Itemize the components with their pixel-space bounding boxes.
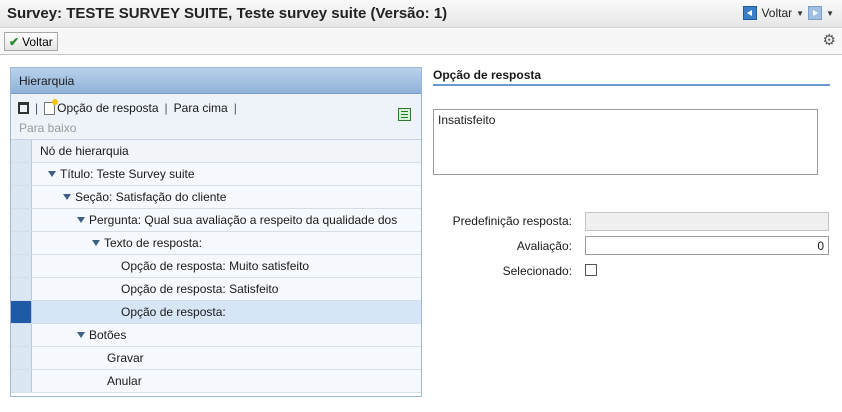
row-selector[interactable]: [11, 324, 32, 346]
expand-triangle-icon[interactable]: [77, 217, 85, 223]
tree-row-label: Botões: [89, 328, 127, 342]
tree-row-question[interactable]: Pergunta: Qual sua avaliação a respeito …: [11, 209, 421, 232]
row-selector[interactable]: [11, 370, 32, 392]
row-selector[interactable]: [11, 301, 32, 323]
row-selector[interactable]: [11, 255, 32, 277]
tree-row-answer-text[interactable]: Texto de resposta:: [11, 232, 421, 255]
tree-row-option-selected[interactable]: Opção de resposta:: [11, 301, 421, 324]
option-text-area[interactable]: Insatisfeito: [433, 109, 818, 175]
row-selector[interactable]: [11, 186, 32, 208]
detail-section-title: Opção de resposta: [433, 68, 542, 82]
voltar-button[interactable]: ✔ Voltar: [4, 32, 58, 51]
row-selector[interactable]: [11, 278, 32, 300]
back-arrow-icon[interactable]: [743, 6, 758, 20]
new-option-action[interactable]: Opção de resposta: [44, 98, 159, 115]
tree-row-label: Título: Teste Survey suite: [60, 167, 195, 181]
separator: |: [164, 101, 168, 115]
tree-row-label: Gravar: [107, 351, 144, 365]
tree-row-title[interactable]: Título: Teste Survey suite: [11, 163, 421, 186]
spreadsheet-export-icon[interactable]: [398, 108, 411, 121]
select-all-cell[interactable]: [11, 140, 32, 162]
hierarchy-panel: Hierarquia | Opção de resposta | Para ci…: [10, 67, 422, 397]
tree-row-section[interactable]: Seção: Satisfação do cliente: [11, 186, 421, 209]
tree-row-label: Pergunta: Qual sua avaliação a respeito …: [89, 213, 398, 227]
selected-checkbox[interactable]: [585, 264, 597, 276]
rating-field[interactable]: 0: [585, 236, 829, 255]
forward-chevron-down-icon[interactable]: ▼: [826, 9, 834, 18]
tree-row-option-satisfeito[interactable]: Opção de resposta: Satisfeito: [11, 278, 421, 301]
chevron-down-icon[interactable]: ▼: [796, 9, 804, 18]
title-bar: Survey: TESTE SURVEY SUITE, Teste survey…: [0, 0, 842, 28]
tree-row-anular[interactable]: Anular: [11, 370, 421, 393]
main-toolbar: ✔ Voltar ⚙: [0, 29, 842, 55]
voltar-button-label: Voltar: [22, 34, 53, 49]
hierarchy-header: Hierarquia: [11, 68, 421, 94]
tree-row-buttons[interactable]: Botões: [11, 324, 421, 347]
checkmark-icon: ✔: [9, 34, 20, 49]
expand-triangle-icon[interactable]: [48, 171, 56, 177]
move-down-link[interactable]: Para baixo: [19, 121, 76, 135]
back-link[interactable]: Voltar: [761, 6, 792, 20]
page-title: Survey: TESTE SURVEY SUITE, Teste survey…: [7, 5, 448, 22]
tree-column-header: Nó de hierarquia: [11, 140, 421, 163]
hierarchy-toolbar: | Opção de resposta | Para cima | Para b…: [11, 94, 421, 140]
trash-icon[interactable]: [18, 102, 29, 114]
tree-row-label: Anular: [107, 374, 142, 388]
tree-row-label: Texto de resposta:: [104, 236, 203, 250]
tree-row-label: Opção de resposta:: [121, 305, 226, 319]
new-option-label: Opção de resposta: [57, 101, 159, 115]
tree-row-label: Seção: Satisfação do cliente: [75, 190, 227, 204]
tree-row-label: Opção de resposta: Muito satisfeito: [121, 259, 310, 273]
separator: |: [35, 101, 39, 115]
row-selector[interactable]: [11, 347, 32, 369]
forward-arrow-icon[interactable]: [808, 6, 823, 20]
new-document-icon: [44, 98, 59, 115]
tree-row-option-muito-satisfeito[interactable]: Opção de resposta: Muito satisfeito: [11, 255, 421, 278]
gear-icon[interactable]: ⚙: [823, 33, 836, 49]
move-up-link[interactable]: Para cima: [174, 101, 228, 115]
predef-field[interactable]: [585, 212, 829, 231]
expand-triangle-icon[interactable]: [63, 194, 71, 200]
row-selector[interactable]: [11, 163, 32, 185]
separator: |: [233, 101, 237, 115]
rating-label: Avaliação:: [516, 239, 572, 253]
tree-row-label: Opção de resposta: Satisfeito: [121, 282, 279, 296]
predef-label: Predefinição resposta:: [452, 214, 572, 228]
row-selector[interactable]: [11, 209, 32, 231]
column-header-label: Nó de hierarquia: [40, 144, 129, 158]
hierarchy-tree: Nó de hierarquia Título: Teste Survey su…: [11, 140, 421, 393]
expand-triangle-icon[interactable]: [92, 240, 100, 246]
selected-label: Selecionado:: [502, 264, 572, 278]
detail-title-underline: [433, 84, 830, 86]
tree-row-gravar[interactable]: Gravar: [11, 347, 421, 370]
row-selector[interactable]: [11, 232, 32, 254]
expand-triangle-icon[interactable]: [77, 332, 85, 338]
title-nav: Voltar ▼ ▼: [743, 6, 834, 20]
